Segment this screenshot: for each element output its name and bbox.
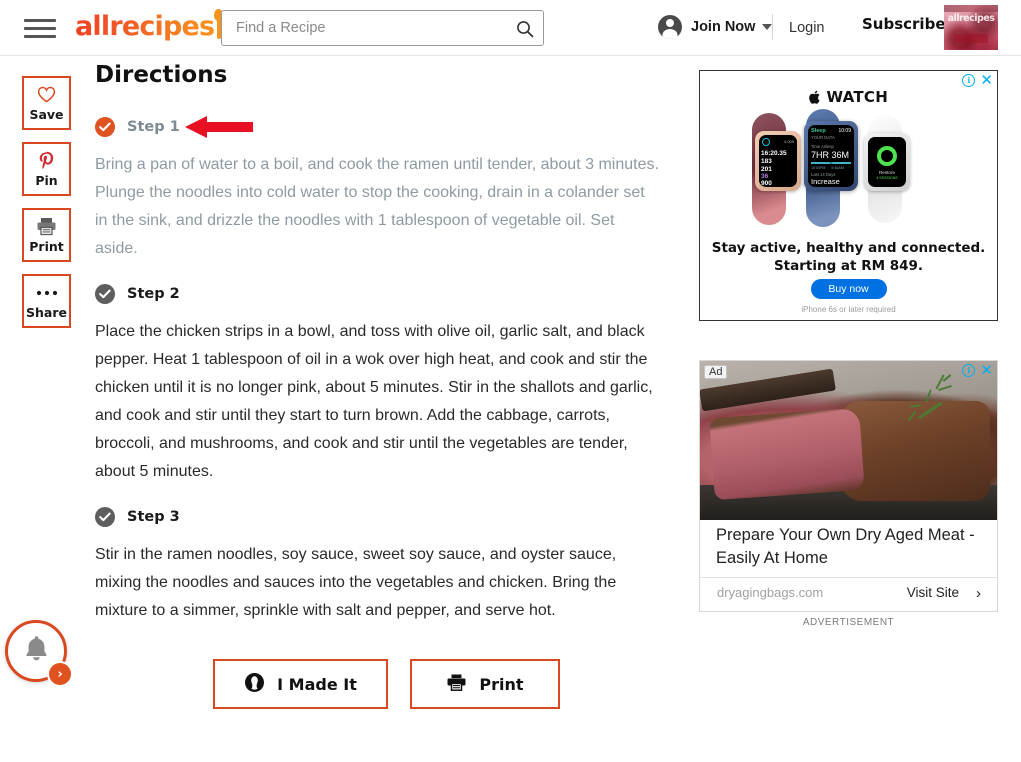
hamburger-bar [24, 34, 56, 38]
step-text: Place the chicken strips in a bowl, and … [95, 323, 653, 480]
ad-close-icon[interactable]: ✕ [980, 363, 993, 378]
camera-lens-icon [244, 672, 265, 697]
apple-logo-icon [809, 88, 827, 106]
step-label: Step 3 [127, 509, 180, 525]
ad-badge[interactable]: Ad [704, 365, 728, 379]
hamburger-menu-icon[interactable] [24, 14, 56, 42]
step-header: Step 3 [95, 506, 660, 528]
watch-screen-right: Restore 4 SESSIONS [868, 137, 906, 187]
search-icon[interactable] [513, 17, 537, 41]
subscribe-link[interactable]: Subscribe [862, 15, 946, 33]
step-check-icon[interactable] [95, 117, 115, 137]
print-label: Print [479, 674, 524, 694]
header-divider [772, 14, 773, 40]
recipe-actions: I Made It Print [213, 659, 660, 709]
magazine-cover-thumbnail[interactable]: allrecipes [944, 5, 998, 50]
i-made-it-label: I Made It [277, 674, 357, 694]
ad-domain: dryagingbags.com [717, 585, 824, 600]
magazine-top-strip [944, 5, 998, 12]
steak-front-cut [709, 407, 865, 501]
ad-info-icon[interactable]: i [962, 364, 976, 377]
print-label: Print [29, 238, 64, 254]
step-item: Step 3 Stir in the ramen noodles, soy sa… [95, 506, 660, 625]
step-item: Step 1 Bring a pan of water to a boil, a… [95, 116, 660, 263]
apple-watch-footnote: iPhone 6s or later required [801, 305, 896, 314]
advertisement-label: ADVERTISEMENT [802, 617, 895, 628]
heart-icon [37, 85, 56, 105]
login-link[interactable]: Login [789, 20, 824, 36]
pinterest-icon [38, 151, 55, 171]
printer-icon [446, 673, 467, 696]
join-now-label: Join Now [691, 19, 756, 35]
step-label: Step 2 [127, 286, 180, 302]
step-label: Step 1 [127, 119, 180, 135]
save-button[interactable]: Save [22, 76, 71, 130]
visit-site-link[interactable]: Visit Site [907, 585, 959, 600]
save-label: Save [29, 106, 64, 122]
account-menu[interactable]: Join Now [658, 15, 773, 39]
rosemary-sprig [886, 374, 958, 433]
buy-now-button[interactable]: Buy now [810, 279, 887, 299]
watch-screen-left: 4,009 16:20.35 183 201 36 900 [759, 135, 797, 187]
step-text: Stir in the ramen noodles, soy sauce, sw… [95, 546, 617, 619]
notification-badge[interactable]: › [47, 661, 73, 687]
magazine-banner [954, 34, 988, 43]
share-label: Share [26, 304, 67, 320]
hamburger-bar [24, 26, 56, 30]
search-bar[interactable] [221, 10, 544, 46]
i-made-it-button[interactable]: I Made It [213, 659, 388, 709]
ellipsis-icon [36, 283, 58, 303]
pin-label: Pin [35, 172, 58, 188]
directions-section: Directions Step 1 Bring a pan of water t… [95, 62, 660, 709]
step-item: Step 2 Place the chicken strips in a bow… [95, 283, 660, 486]
step-header: Step 2 [95, 283, 660, 305]
apple-watch-headline-line1: Stay active, healthy and connected. [711, 240, 986, 256]
ad-headline: Prepare Your Own Dry Aged Meat - Easily … [716, 526, 975, 567]
pin-button[interactable]: Pin [22, 142, 71, 196]
share-button[interactable]: Share [22, 274, 71, 328]
hamburger-bar [24, 18, 56, 22]
step-header: Step 1 [95, 116, 660, 138]
step-check-icon[interactable] [95, 284, 115, 304]
site-header: allrecipes Join Now Login Subscribe allr… [0, 0, 1021, 56]
search-input[interactable] [234, 11, 504, 45]
apple-watch-brand-text: WATCH [826, 88, 889, 106]
red-left-arrow-annotation [185, 115, 255, 139]
user-avatar-icon [658, 15, 682, 39]
apple-watch-ad[interactable]: i ✕ WATCH 4,009 16:20.35 183 201 36 900 … [699, 70, 998, 321]
step-text: Bring a pan of water to a boil, and cook… [95, 156, 659, 257]
print-button-main[interactable]: Print [410, 659, 560, 709]
magazine-wordmark: allrecipes [947, 13, 995, 24]
watch-screen-middle: Sleep 10:09 YOUR DATA Time Asleep 7HR 36… [808, 125, 854, 187]
chevron-right-icon[interactable]: › [976, 585, 981, 602]
printer-icon [36, 217, 57, 237]
bell-icon [23, 634, 50, 668]
print-button-rail[interactable]: Print [22, 208, 71, 262]
apple-watch-brand: WATCH [700, 88, 997, 106]
ad-divider [700, 577, 997, 578]
steak-photo [700, 361, 997, 520]
page-title: Directions [95, 62, 228, 88]
ad-close-icon[interactable]: ✕ [980, 73, 993, 88]
logo-wordmark: allrecipes [75, 11, 215, 42]
apple-watch-product-image: 4,009 16:20.35 183 201 36 900 Sleep 10:0… [700, 109, 997, 227]
ad-controls: i ✕ [962, 363, 993, 378]
allrecipes-logo[interactable]: allrecipes [75, 9, 224, 43]
step-check-icon[interactable] [95, 507, 115, 527]
apple-watch-headline: Stay active, healthy and connected. Star… [700, 239, 997, 275]
ad-info-icon[interactable]: i [962, 74, 976, 87]
action-rail: Save Pin Print Share [22, 76, 71, 340]
chevron-down-icon [762, 24, 773, 30]
dry-aged-meat-ad[interactable]: Ad i ✕ Prepare Your Own Dry Aged Meat - … [699, 360, 998, 612]
apple-watch-headline-line2: Starting at RM 849. [773, 258, 924, 274]
ad-controls: i ✕ [962, 73, 993, 88]
